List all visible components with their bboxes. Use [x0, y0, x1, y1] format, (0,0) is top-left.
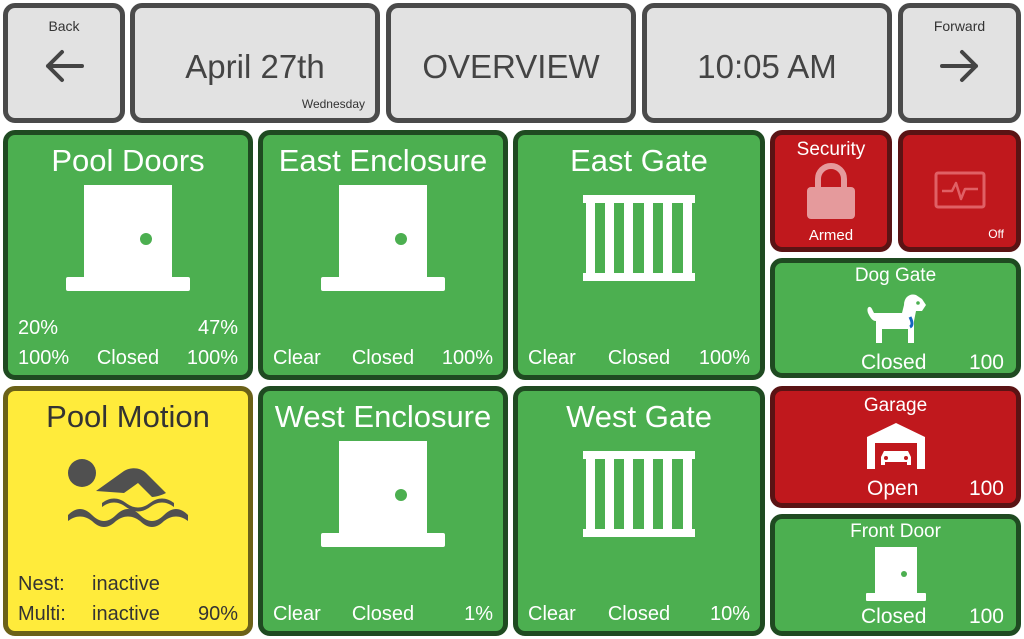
tile-title: East Enclosure: [278, 143, 488, 178]
nest-value: inactive: [92, 573, 160, 595]
tile-title: Pool Doors: [51, 143, 205, 178]
tile-title: Garage: [863, 395, 928, 416]
door-icon: [321, 441, 445, 547]
east-enclosure-left: Clear: [273, 347, 321, 369]
pool-doors-status: Closed: [96, 347, 160, 369]
weekday-text: Wednesday: [301, 97, 365, 111]
garage-value: 100: [968, 477, 1004, 500]
tile-title: Front Door: [850, 521, 941, 542]
west-gate-left: Clear: [528, 603, 576, 625]
multi-percent: 90%: [197, 603, 238, 625]
monitor-pulse-icon: [934, 171, 985, 209]
date-display[interactable]: April 27th Wednesday: [130, 3, 380, 123]
tile-title: Dog Gate: [854, 265, 937, 286]
swimmer-icon: [68, 459, 188, 527]
door-icon: [865, 547, 926, 601]
pool-doors-right: 100%: [186, 347, 238, 369]
pool-doors-left-top: 20%: [18, 317, 59, 339]
garage-status: Open: [867, 477, 919, 500]
west-enclosure-right: 1%: [464, 603, 493, 625]
date-text: April 27th: [185, 48, 325, 85]
tile-front-door[interactable]: Front Door Closed 100: [770, 514, 1021, 636]
time-display[interactable]: 10:05 AM: [642, 3, 892, 123]
west-enclosure-left: Clear: [273, 603, 321, 625]
arrow-left-icon: [46, 50, 84, 82]
east-gate-left: Clear: [528, 347, 576, 369]
east-gate-status: Closed: [607, 347, 671, 369]
pool-doors-left: 100%: [18, 347, 70, 369]
tile-security[interactable]: Security Armed: [770, 130, 892, 252]
forward-label: Forward: [933, 18, 986, 34]
tile-title: East Gate: [570, 143, 708, 178]
gate-icon: [583, 451, 695, 537]
tile-west-enclosure[interactable]: West Enclosure Clear Closed 1%: [258, 386, 508, 636]
east-enclosure-status: Closed: [351, 347, 415, 369]
tile-east-gate[interactable]: East Gate Clear Closed 100%: [513, 130, 765, 380]
tile-east-enclosure[interactable]: East Enclosure Clear Closed 100%: [258, 130, 508, 380]
lock-icon: [807, 163, 855, 219]
arrow-right-icon: [939, 50, 978, 82]
gate-icon: [583, 195, 695, 281]
back-button[interactable]: Back: [3, 3, 125, 123]
door-icon: [321, 185, 445, 291]
dog-icon: [866, 294, 926, 343]
tile-west-gate[interactable]: West Gate Clear Closed 10%: [513, 386, 765, 636]
garage-icon: [866, 423, 925, 469]
tile-title: West Enclosure: [274, 399, 492, 434]
time-text: 10:05 AM: [697, 48, 837, 85]
multi-label: Multi:: [18, 603, 66, 625]
back-label: Back: [48, 18, 80, 34]
tile-title: Pool Motion: [46, 399, 210, 434]
door-icon: [66, 185, 190, 291]
tile-monitor[interactable]: Off: [898, 130, 1021, 252]
tile-garage[interactable]: Garage Open 100: [770, 386, 1021, 508]
front-door-value: 100: [968, 605, 1004, 628]
multi-value: inactive: [92, 603, 160, 625]
forward-button[interactable]: Forward: [898, 3, 1021, 123]
overview-title-button[interactable]: OVERVIEW: [386, 3, 636, 123]
tile-dog-gate[interactable]: Dog Gate Closed 100: [770, 258, 1021, 378]
west-enclosure-status: Closed: [351, 603, 415, 625]
front-door-status: Closed: [861, 605, 927, 628]
tile-pool-doors[interactable]: Pool Doors 20% 47% 100% Closed 100%: [3, 130, 253, 380]
east-gate-right: 100%: [698, 347, 750, 369]
pool-doors-right-top: 47%: [197, 317, 238, 339]
monitor-status: Off: [988, 227, 1004, 241]
tile-pool-motion[interactable]: Pool Motion Nest: inactive Multi: inacti…: [3, 386, 253, 636]
nest-label: Nest:: [18, 573, 65, 595]
security-status: Armed: [808, 227, 854, 244]
page-title: OVERVIEW: [422, 48, 600, 85]
dog-gate-value: 100: [968, 351, 1004, 374]
west-gate-status: Closed: [607, 603, 671, 625]
tile-title: West Gate: [566, 399, 712, 434]
west-gate-right: 10%: [709, 603, 750, 625]
tile-title: Security: [796, 139, 866, 160]
dog-gate-status: Closed: [861, 351, 927, 374]
east-enclosure-right: 100%: [441, 347, 493, 369]
